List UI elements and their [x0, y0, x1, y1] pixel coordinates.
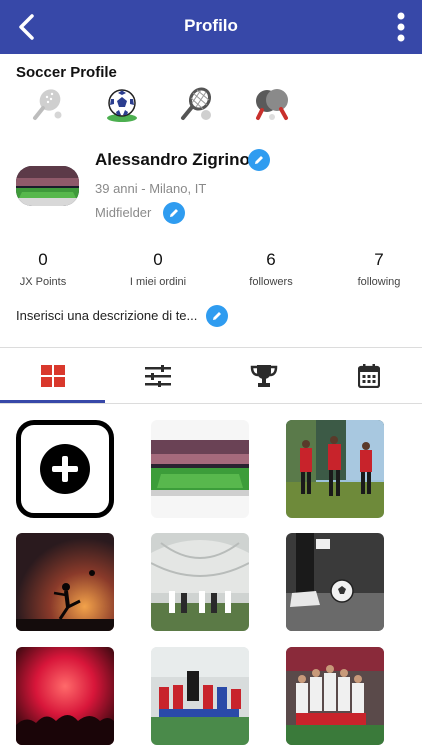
- gallery-photo-dome-match[interactable]: [151, 533, 249, 631]
- gallery-photo-stadium[interactable]: [151, 420, 249, 518]
- gallery-photo-celebration[interactable]: [286, 647, 384, 745]
- user-role: Midfielder: [95, 205, 152, 220]
- stat-label: I miei ordini: [129, 276, 187, 288]
- plus-icon: [40, 444, 90, 494]
- tennis-icon[interactable]: [179, 87, 215, 123]
- section-title: Soccer Profile: [16, 64, 117, 81]
- gallery-photo-sunset-kick[interactable]: [16, 533, 114, 631]
- stat-following[interactable]: 7 following: [329, 250, 422, 288]
- edit-description-button[interactable]: [206, 305, 228, 327]
- user-age-location: 39 anni - Milano, IT: [95, 181, 207, 196]
- stat-label: JX Points: [19, 276, 67, 288]
- padel-icon[interactable]: [30, 87, 66, 123]
- stat-jx-points[interactable]: 0 JX Points: [0, 250, 93, 288]
- pencil-icon: [170, 209, 178, 217]
- avatar[interactable]: [16, 166, 79, 206]
- divider: [0, 403, 422, 404]
- trophy-icon: [250, 364, 278, 387]
- page-title: Profilo: [184, 16, 238, 35]
- tab-settings[interactable]: [106, 348, 212, 403]
- stat-followers[interactable]: 6 followers: [221, 250, 321, 288]
- sliders-icon: [145, 364, 172, 387]
- user-description: Inserisci una descrizione di te...: [16, 308, 198, 323]
- stat-orders[interactable]: 0 I miei ordini: [108, 250, 208, 288]
- stat-value: 0: [153, 250, 163, 269]
- tab-grid[interactable]: [0, 348, 106, 403]
- soccer-ball-icon[interactable]: [104, 87, 140, 123]
- stat-value: 6: [266, 250, 276, 269]
- gallery-photo-players-red[interactable]: [286, 420, 384, 518]
- ping-pong-icon[interactable]: [254, 87, 290, 123]
- profile-tabs: [0, 348, 422, 403]
- gallery-photo-boots-ball[interactable]: [286, 533, 384, 631]
- app-header: Profilo: [0, 0, 422, 54]
- tab-trophies[interactable]: [211, 348, 317, 403]
- edit-name-button[interactable]: [248, 149, 270, 171]
- stat-label: following: [357, 276, 401, 288]
- pencil-icon: [255, 156, 263, 164]
- pencil-icon: [213, 312, 221, 320]
- more-vertical-icon[interactable]: [394, 12, 408, 42]
- tab-calendar[interactable]: [317, 348, 422, 403]
- add-photo-button[interactable]: [16, 420, 114, 518]
- grid-icon: [40, 364, 65, 387]
- gallery-photo-red-flares[interactable]: [16, 647, 114, 745]
- stat-value: 0: [38, 250, 48, 269]
- calendar-icon: [358, 363, 381, 388]
- edit-role-button[interactable]: [163, 202, 185, 224]
- user-name: Alessandro Zigrino: [95, 150, 250, 169]
- stat-value: 7: [374, 250, 384, 269]
- gallery-photo-team-huddle[interactable]: [151, 647, 249, 745]
- stat-label: followers: [249, 276, 293, 288]
